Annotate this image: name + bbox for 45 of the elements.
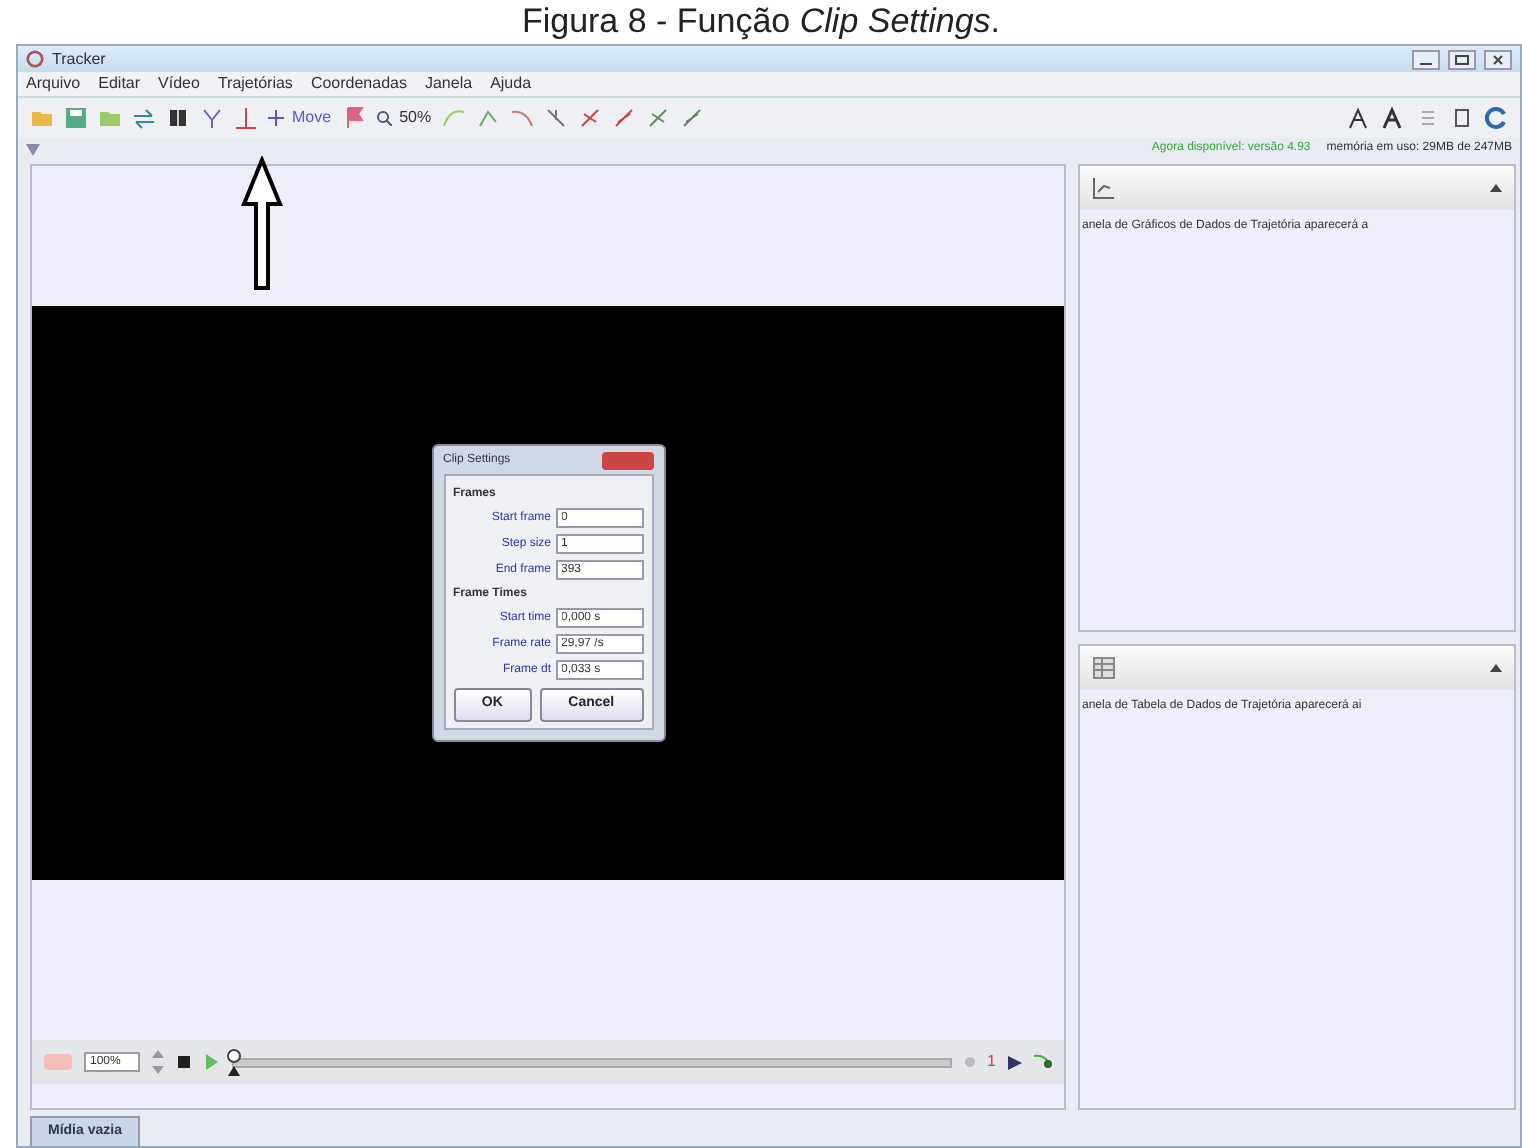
- maximize-button[interactable]: [1448, 49, 1476, 69]
- list-icon[interactable]: [1416, 106, 1440, 130]
- track-icon[interactable]: [475, 106, 500, 130]
- minimize-button[interactable]: [1412, 49, 1440, 69]
- chart-icon[interactable]: [1092, 176, 1116, 200]
- step-forward-button[interactable]: [1008, 1055, 1022, 1069]
- arrows-icon[interactable]: [132, 106, 156, 130]
- table-icon[interactable]: [1092, 655, 1116, 679]
- font-smaller-icon[interactable]: [1382, 106, 1406, 130]
- search-icon: [375, 110, 392, 126]
- refresh-icon[interactable]: [1484, 106, 1508, 130]
- move-button[interactable]: Move: [268, 106, 332, 130]
- track-icon[interactable]: [679, 106, 704, 130]
- slider-thumb[interactable]: [226, 1047, 242, 1075]
- figure-caption: Figura 8 - Função Clip Settings.: [519, 0, 1003, 44]
- curve-icon[interactable]: [509, 106, 534, 130]
- expand-icon[interactable]: [1490, 184, 1502, 192]
- loop-icon[interactable]: [1034, 1054, 1052, 1070]
- stop-button[interactable]: [176, 1054, 192, 1070]
- track-icon[interactable]: [645, 106, 670, 130]
- spinner-icon[interactable]: [152, 1048, 164, 1076]
- page-icon[interactable]: [1450, 106, 1474, 130]
- filter-icon[interactable]: [26, 143, 40, 155]
- track-icon[interactable]: [543, 106, 568, 130]
- menu-item[interactable]: Coordenadas: [310, 72, 407, 96]
- plus-icon: [268, 110, 284, 126]
- window-title: Tracker: [52, 47, 106, 71]
- menu-item[interactable]: Arquivo: [26, 72, 81, 96]
- close-button[interactable]: [1484, 49, 1512, 69]
- zoom-button[interactable]: 50%: [375, 106, 432, 130]
- track-icon[interactable]: [577, 106, 602, 130]
- font-larger-icon[interactable]: [1348, 106, 1372, 130]
- save-icon[interactable]: [64, 106, 88, 130]
- menu-item[interactable]: Trajetórias: [217, 72, 293, 96]
- expand-icon[interactable]: [1490, 663, 1502, 671]
- menu-item[interactable]: Ajuda: [490, 72, 532, 96]
- calibration-icon[interactable]: [234, 106, 258, 130]
- up-arrow-icon: [240, 156, 284, 292]
- menu-item[interactable]: Janela: [424, 72, 473, 96]
- menu-item[interactable]: Editar: [98, 72, 141, 96]
- track-icon[interactable]: [611, 106, 636, 130]
- step-size[interactable]: 1: [987, 1050, 996, 1074]
- menu-item[interactable]: Vídeo: [158, 72, 200, 96]
- app-logo-icon: [26, 50, 44, 68]
- flag-icon[interactable]: [341, 106, 366, 130]
